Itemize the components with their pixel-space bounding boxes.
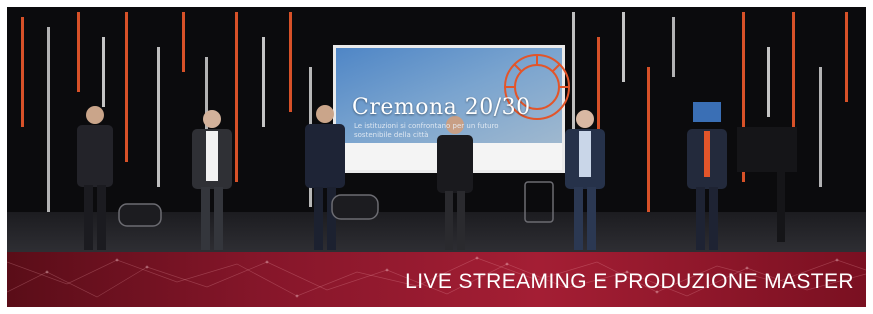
screen-subtitle: Le istituzioni si confrontano per un fut… (354, 122, 499, 139)
banner-title[interactable]: LIVE STREAMING E PRODUZIONE MASTER (405, 270, 854, 294)
event-photo: Cremona 20/30 Le istituzioni si confront… (7, 7, 866, 252)
screen-title: Cremona 20/30 (352, 95, 531, 120)
promo-card[interactable]: Cremona 20/30 Le istituzioni si confront… (7, 7, 866, 307)
banner: LIVE STREAMING E PRODUZIONE MASTER (7, 252, 866, 307)
